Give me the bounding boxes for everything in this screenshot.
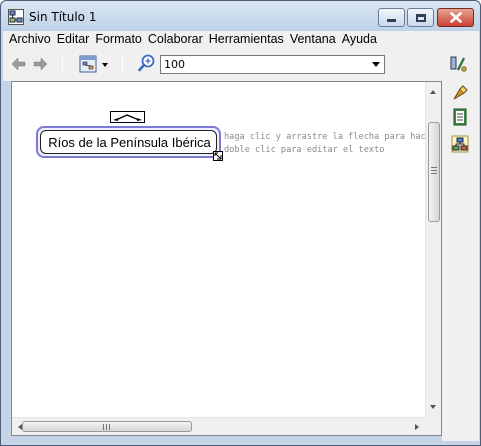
toolbar-separator (62, 55, 63, 73)
menu-formato[interactable]: Formato (92, 32, 145, 46)
resize-handle-icon[interactable] (213, 151, 223, 161)
zoom-value: 100 (164, 58, 185, 71)
title-bar[interactable]: Sin Título 1 (1, 1, 480, 31)
layout-dropdown-arrow[interactable] (102, 63, 108, 67)
concept-label[interactable]: Ríos de la Península Ibérica (41, 135, 218, 150)
app-window: Sin Título 1 Archivo Editar Formato Cola… (0, 0, 481, 446)
scroll-up-icon[interactable] (430, 90, 436, 94)
close-button[interactable] (437, 8, 474, 27)
window-title: Sin Título 1 (29, 10, 97, 24)
notes-icon[interactable] (451, 108, 469, 126)
menu-archivo[interactable]: Archivo (3, 32, 54, 46)
menu-colaborar[interactable]: Colaborar (145, 32, 206, 46)
right-palette (442, 81, 479, 441)
chevron-down-icon[interactable] (372, 62, 380, 67)
edit-hint: haga clic y arrastre la flecha para hace… (224, 131, 425, 157)
minimize-button[interactable] (378, 8, 405, 27)
maximize-icon (415, 13, 426, 22)
styles-icon[interactable] (451, 84, 469, 102)
zoom-select[interactable]: 100 (160, 55, 385, 74)
grip-icon (103, 424, 110, 430)
horizontal-scroll-thumb[interactable] (22, 421, 192, 432)
forward-arrow-icon[interactable] (32, 56, 48, 72)
cmap-app-icon (8, 9, 24, 25)
menu-bar: Archivo Editar Formato Colaborar Herrami… (3, 31, 479, 47)
concept-node[interactable]: Ríos de la Península Ibérica (36, 126, 221, 158)
horizontal-scrollbar[interactable] (12, 417, 425, 435)
layout-styles-icon[interactable] (79, 55, 97, 73)
toolbar: 100 (3, 47, 479, 81)
scroll-right-icon[interactable] (415, 424, 419, 430)
minimize-icon (387, 19, 396, 22)
scroll-down-icon[interactable] (430, 405, 436, 409)
grip-icon (431, 167, 437, 174)
maximize-button[interactable] (407, 8, 434, 27)
vertical-scrollbar[interactable] (425, 82, 441, 417)
menu-editar[interactable]: Editar (54, 32, 93, 46)
hint-line-2: doble clic para editar el texto (224, 145, 385, 155)
menu-ayuda[interactable]: Ayuda (339, 32, 380, 46)
concept-map-view: Ríos de la Península Ibérica haga clic y… (11, 81, 442, 436)
back-arrow-icon[interactable] (11, 56, 27, 72)
hierarchy-icon[interactable] (451, 135, 469, 153)
menu-ventana[interactable]: Ventana (287, 32, 339, 46)
vertical-scroll-thumb[interactable] (428, 122, 440, 222)
hint-line-1: haga clic y arrastre la flecha para hace… (224, 132, 425, 142)
menu-herramientas[interactable]: Herramientas (206, 32, 287, 46)
tools-icon[interactable] (449, 55, 467, 73)
map-canvas[interactable]: Ríos de la Península Ibérica haga clic y… (12, 82, 425, 417)
link-drag-arrow-icon[interactable] (110, 111, 145, 123)
scroll-corner (425, 417, 441, 435)
zoom-icon[interactable] (138, 54, 156, 72)
toolbar-separator (122, 55, 123, 73)
concept-node-frame: Ríos de la Península Ibérica (40, 130, 217, 154)
close-icon (449, 12, 462, 23)
